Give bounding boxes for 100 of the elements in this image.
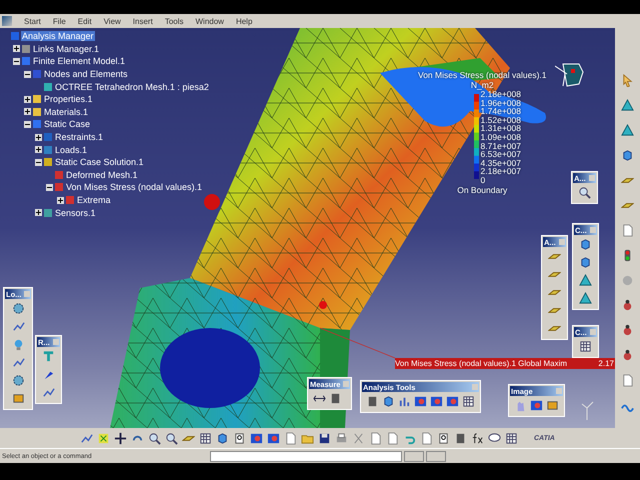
doc-icon[interactable] (369, 432, 382, 444)
tree-item[interactable]: Restraints.1 (54, 132, 104, 142)
save-icon[interactable] (318, 432, 331, 444)
pyramid-icon[interactable] (621, 99, 634, 112)
annotation-value: 2.17 (598, 359, 615, 368)
tree-node-icon (22, 57, 30, 66)
extremum-marker (319, 301, 327, 309)
chart-icon[interactable] (398, 395, 411, 408)
legend-value: 1.52e+008 (480, 116, 521, 124)
menu-item[interactable]: Edit (78, 16, 92, 26)
tree-item[interactable]: Links Manager.1 (32, 44, 100, 54)
cube-icon[interactable] (621, 149, 634, 162)
cube-icon[interactable] (578, 256, 592, 269)
formula-icon[interactable] (471, 432, 484, 444)
legend-value: 8.71e+007 (480, 142, 521, 150)
collapse-icon[interactable] (35, 158, 42, 166)
cube-icon[interactable] (216, 432, 229, 444)
collapse-icon[interactable] (13, 58, 20, 65)
grid-icon[interactable] (505, 432, 518, 444)
doc-icon[interactable] (386, 432, 399, 444)
tree-item[interactable]: Materials.1 (43, 106, 90, 117)
menu-item[interactable]: Insert (132, 16, 153, 26)
app-icon[interactable] (2, 16, 12, 26)
menu-item[interactable]: Help (236, 16, 252, 26)
expand-icon[interactable] (57, 196, 64, 204)
tree-item[interactable]: Loads.1 (54, 144, 88, 155)
tree-item[interactable]: Finite Element Model.1 (32, 56, 126, 66)
pyramid-icon[interactable] (578, 274, 592, 287)
image-icon[interactable] (530, 399, 543, 412)
grid-icon[interactable] (462, 395, 475, 408)
pan-icon[interactable] (114, 432, 127, 444)
tree-node-icon (44, 133, 52, 142)
pyramid-icon[interactable] (621, 124, 634, 137)
legend-footer: On Boundary (457, 184, 508, 195)
pyramid-icon[interactable] (578, 292, 592, 305)
tree-node-icon (44, 158, 52, 166)
legend-value: 1.74e+008 (480, 107, 521, 116)
image-icon[interactable] (446, 395, 459, 408)
tree-node-icon (33, 70, 41, 78)
tree-node-icon (33, 120, 41, 128)
tree-item[interactable]: Von Mises Stress (nodal values).1 (65, 182, 204, 192)
legend-value: 1.96e+008 (480, 98, 521, 108)
tree-item[interactable]: OCTREE Tetrahedron Mesh.1 : piesa2 (54, 82, 210, 92)
grid-icon[interactable] (578, 340, 592, 353)
print-icon[interactable] (335, 432, 348, 444)
image-icon[interactable] (267, 432, 280, 444)
doc-icon[interactable] (621, 224, 634, 237)
legend-value: 4.35e+007 (480, 158, 521, 168)
collapse-icon[interactable] (24, 70, 31, 78)
tree-node-icon (44, 146, 52, 154)
doc-icon[interactable] (420, 432, 433, 444)
tree-node-icon (66, 196, 74, 204)
tree-item[interactable]: Deformed Mesh.1 (65, 170, 139, 180)
tree-item[interactable]: Properties.1 (43, 94, 94, 104)
cube-icon[interactable] (382, 395, 395, 408)
gear-icon[interactable] (12, 302, 25, 315)
gear-icon[interactable] (12, 374, 25, 387)
tree-item[interactable]: Analysis Manager (21, 31, 95, 42)
cursor-icon[interactable] (621, 74, 634, 87)
menu-item[interactable]: View (104, 16, 121, 26)
expand-icon[interactable] (24, 96, 31, 103)
tree-node-icon (33, 108, 41, 116)
legend-value: 6.53e+007 (480, 150, 521, 159)
command-field[interactable] (210, 450, 402, 462)
comment-icon[interactable] (488, 432, 501, 444)
menu-item[interactable]: Tools (164, 16, 184, 26)
zoom-icon[interactable] (148, 432, 161, 444)
zoom-icon[interactable] (165, 432, 178, 444)
tree-node-icon (44, 82, 52, 91)
menu-item[interactable]: File (52, 16, 66, 26)
magnifier-icon[interactable] (578, 186, 591, 199)
tree-node-icon (11, 32, 19, 40)
annotation-text: Von Mises Stress (nodal values).1 Global Maxim (395, 359, 568, 368)
doc-icon[interactable] (621, 374, 634, 387)
cube-icon[interactable] (578, 238, 592, 251)
image-icon[interactable] (414, 395, 427, 408)
image-icon[interactable] (250, 432, 263, 444)
menu-item[interactable]: Start (24, 16, 41, 26)
tree-item[interactable]: Sensors.1 (54, 208, 97, 218)
3d-viewport[interactable] (0, 28, 615, 428)
expand-icon[interactable] (35, 134, 42, 141)
collapse-icon[interactable] (46, 184, 53, 191)
collapse-icon[interactable] (24, 120, 31, 128)
expand-icon[interactable] (35, 146, 42, 154)
expand-icon[interactable] (35, 209, 42, 216)
tree-node-icon (44, 208, 52, 217)
legend-value: 1.09e+008 (480, 132, 521, 142)
expand-icon[interactable] (13, 45, 20, 52)
tree-item[interactable]: Static Case Solution.1 (54, 157, 145, 168)
tree-item[interactable]: Extrema (76, 195, 112, 206)
image-icon[interactable] (430, 395, 443, 408)
grid-icon[interactable] (199, 432, 212, 444)
doc-icon[interactable] (284, 432, 297, 444)
tree-item[interactable]: Nodes and Elements (43, 69, 129, 80)
tree-node-icon (55, 170, 63, 179)
expand-icon[interactable] (24, 108, 31, 116)
menu-item[interactable]: Window (196, 16, 224, 26)
tree-node-icon (55, 183, 63, 192)
tree-item[interactable]: Static Case (43, 119, 92, 130)
extremum-marker (204, 194, 220, 210)
